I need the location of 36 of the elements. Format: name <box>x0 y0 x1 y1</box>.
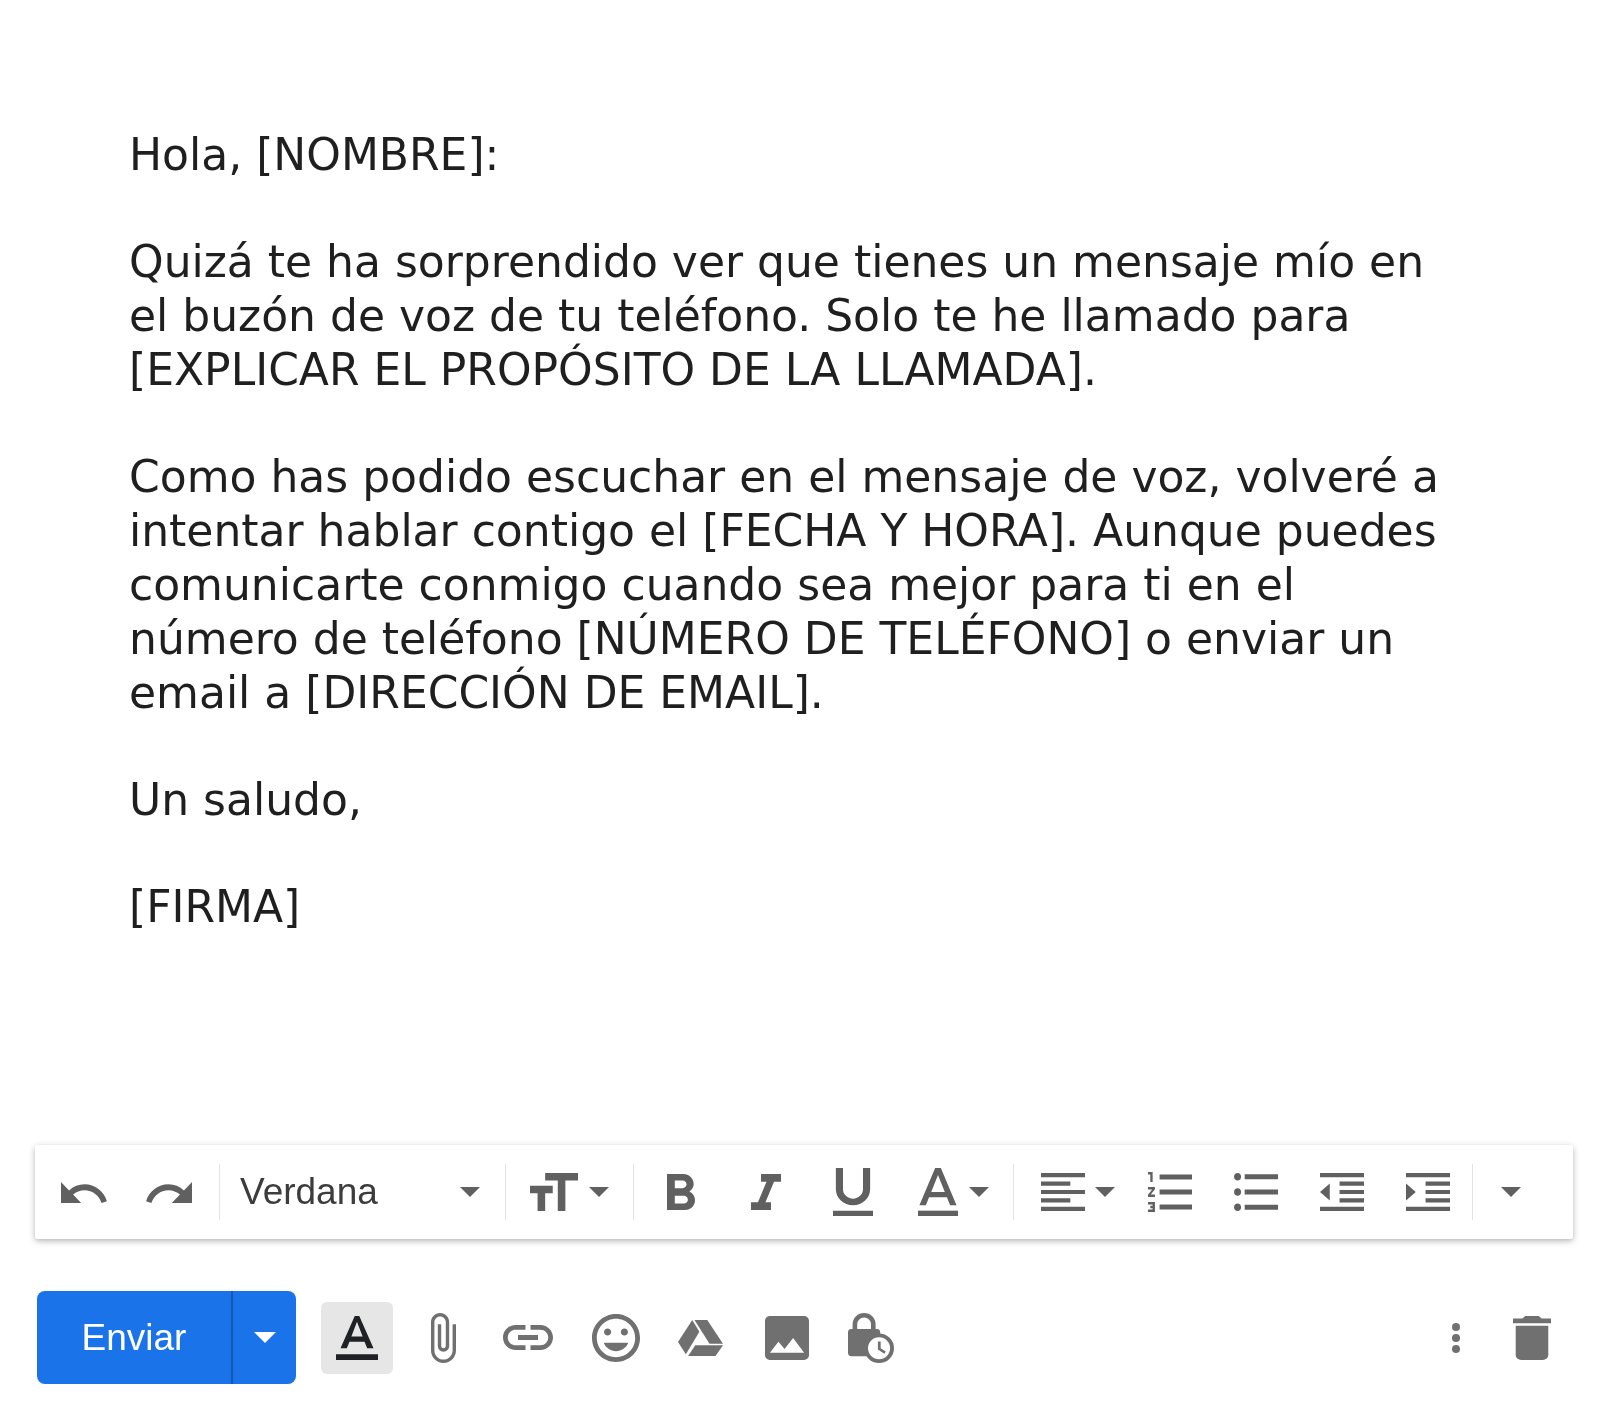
lock-clock-icon[interactable] <box>848 1312 894 1363</box>
image-icon[interactable] <box>765 1315 809 1360</box>
caret-icon <box>1501 1187 1521 1197</box>
text-color-icon <box>918 1168 958 1216</box>
italic-icon[interactable] <box>751 1174 781 1210</box>
trash-icon[interactable] <box>1513 1315 1551 1360</box>
redo-icon[interactable] <box>146 1181 192 1203</box>
text-format-icon <box>336 1315 378 1360</box>
indent-decrease-icon[interactable] <box>1320 1173 1364 1211</box>
body-paragraph: Quizá te ha sorprendido ver que tienes un mensaje mío en el buzón de voz de tu teléfono. Solo te he llamado para [EXPLICAR EL PROPÓSITO DE LA LLAMADA]. <box>129 235 1426 397</box>
caret-icon <box>969 1187 989 1197</box>
caret-icon <box>253 1332 276 1343</box>
greeting-text: Hola, [NOMBRE]: <box>129 128 500 182</box>
numbered-list-icon[interactable] <box>1148 1172 1192 1212</box>
smiley-icon[interactable] <box>592 1313 640 1362</box>
send-button[interactable]: Enviar <box>37 1291 231 1384</box>
caret-icon <box>1095 1187 1115 1197</box>
triangle-logo-icon[interactable] <box>678 1319 723 1356</box>
paperclip-icon[interactable] <box>431 1312 456 1363</box>
more-options-icon[interactable] <box>1452 1322 1460 1353</box>
align-left-icon <box>1041 1173 1085 1211</box>
formatting-options-button[interactable] <box>321 1301 393 1374</box>
font-select[interactable]: Verdana <box>225 1160 497 1224</box>
bold-icon[interactable] <box>667 1174 695 1210</box>
send-options-button[interactable] <box>231 1291 296 1384</box>
indent-increase-icon[interactable] <box>1406 1173 1450 1211</box>
caret-icon <box>460 1187 480 1197</box>
text-size-icon <box>530 1173 578 1211</box>
link-icon[interactable] <box>503 1325 553 1350</box>
signature-text: [FIRMA] <box>129 880 301 934</box>
bulleted-list-icon[interactable] <box>1234 1173 1278 1211</box>
closing-text: Un saludo, <box>129 773 362 827</box>
underline-icon[interactable] <box>833 1168 873 1216</box>
body-paragraph: Como has podido escuchar en el mensaje de voz, volveré a intentar hablar contigo el [FECHA Y HORA]. Aunque puedes comunicarte conmigo cuando sea mejor para ti en el número de teléfono [NÚMERO DE TELÉFONO] o enviar un email a [DIRECCIÓN DE EMAIL]. <box>129 450 1440 720</box>
caret-icon <box>589 1187 609 1197</box>
undo-icon[interactable] <box>61 1181 107 1203</box>
